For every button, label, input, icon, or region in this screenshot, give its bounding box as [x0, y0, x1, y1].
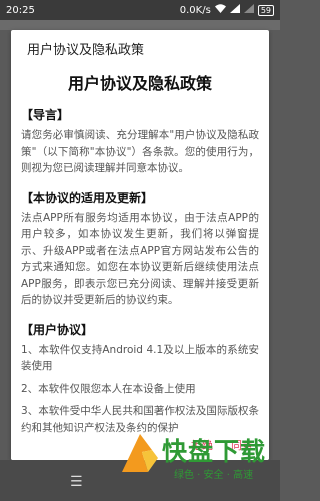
paragraph: 1、本软件仅支持Android 4.1及以上版本的系统安装使用: [21, 343, 259, 373]
section-body-scope: 法点APP所有服务均适用本协议，由于法点APP的用户较多，如本协议发生更新，我们…: [21, 210, 259, 309]
privacy-dialog: 用户协议及隐私政策 用户协议及隐私政策 【导言】 请您务必审慎阅读、充分理解本"…: [11, 30, 269, 460]
signal-icon: [229, 4, 240, 16]
dialog-content[interactable]: 用户协议及隐私政策 【导言】 请您务必审慎阅读、充分理解本"用户协议及隐私政策"…: [11, 64, 269, 460]
section-heading-intro: 【导言】: [21, 108, 70, 122]
status-bar: 20:25 0.0K/s 59: [0, 0, 280, 20]
signal-icon-2: [243, 4, 254, 16]
watermark: 快盘下载 绿色 · 安全 · 高速: [118, 410, 280, 501]
section-body-intro: 请您务必审慎阅读、充分理解本"用户协议及隐私政策"（以下简称"本协议"）各条款。…: [21, 127, 259, 177]
paragraph: 2、本软件仅限您本人在本设备上使用: [21, 382, 196, 395]
menu-icon[interactable]: ☰: [70, 474, 83, 490]
section-heading-scope: 【本协议的适用及更新】: [21, 190, 154, 205]
status-time: 20:25: [6, 4, 35, 16]
watermark-logo-icon: [122, 434, 158, 472]
battery-icon: 59: [257, 4, 274, 16]
status-icons: 0.0K/s 59: [180, 4, 274, 16]
section-heading-user-agreement: 【用户协议】: [21, 322, 94, 337]
network-speed: 0.0K/s: [179, 4, 211, 16]
watermark-subtitle: 绿色 · 安全 · 高速: [174, 470, 254, 481]
dialog-title: 用户协议及隐私政策: [27, 43, 145, 58]
paragraph: 请您务必审慎阅读、充分理解本"用户协议及隐私政策"（以下简称"本协议"）各条款。…: [21, 129, 259, 174]
dim-overlay: [0, 20, 280, 30]
watermark-title: 快盘下载: [162, 437, 267, 466]
wifi-icon: [214, 4, 226, 16]
document-title: 用户协议及隐私政策: [67, 74, 212, 93]
paragraph: 法点APP所有服务均适用本协议，由于法点APP的用户较多，如本协议发生更新，我们…: [21, 211, 259, 307]
